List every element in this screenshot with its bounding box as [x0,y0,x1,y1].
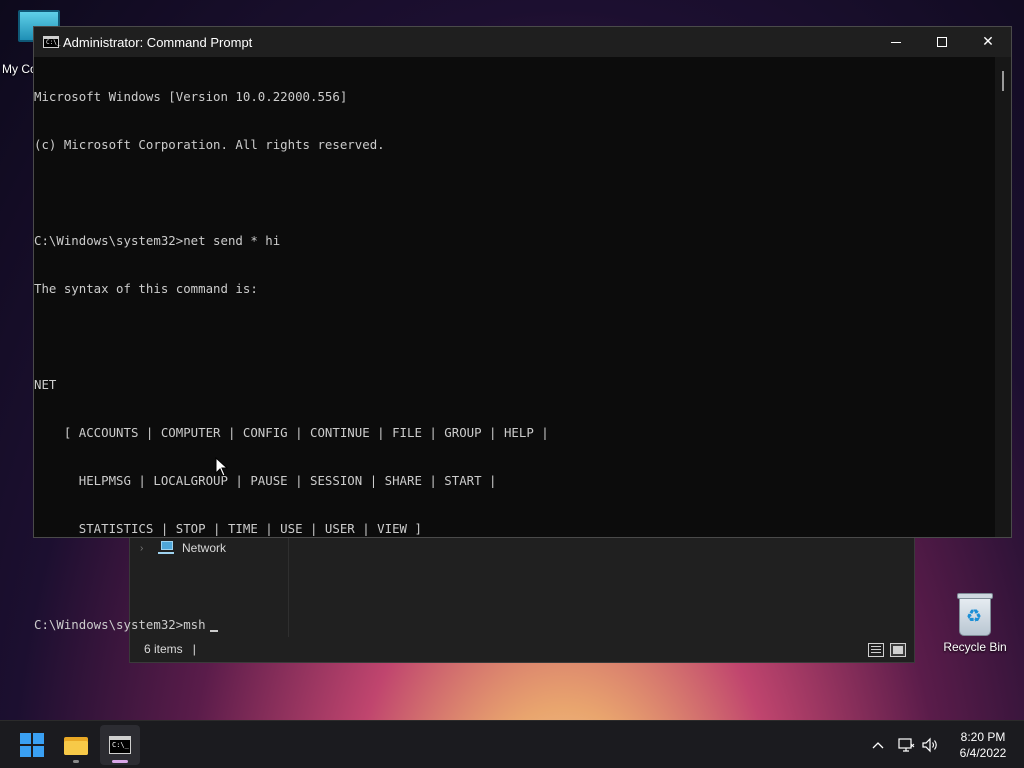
title-bar[interactable]: C:\_ Administrator: Command Prompt ✕ [34,27,1011,57]
taskbar-clock[interactable]: 8:20 PM 6/4/2022 [954,729,1012,761]
console-line: NET [34,377,57,392]
text-cursor [209,630,218,632]
windows-logo-icon [20,733,44,757]
start-button[interactable] [12,725,52,765]
network-status-icon[interactable] [894,733,918,757]
minimize-icon [891,41,901,43]
console-line: (c) Microsoft Corporation. All rights re… [34,137,385,152]
vertical-scrollbar[interactable] [995,57,1011,537]
window-title: Administrator: Command Prompt [63,34,253,50]
window-controls: ✕ [873,27,1011,57]
maximize-button[interactable] [919,27,965,57]
close-button[interactable]: ✕ [965,27,1011,57]
command-prompt-window: C:\_ Administrator: Command Prompt ✕ Mic… [33,26,1012,632]
minimize-button[interactable] [873,27,919,57]
console-line: The syntax of this command is: [34,281,258,296]
mouse-pointer-icon [215,457,229,477]
scrollbar-thumb[interactable] [1002,71,1004,91]
cmd-icon: C:\_ [43,36,60,48]
taskbar-command-prompt[interactable]: C:\_ [100,725,140,765]
running-indicator [73,760,79,763]
prompt-text: C:\Windows\system32>msh [34,617,206,632]
console-line: Microsoft Windows [Version 10.0.22000.55… [34,89,348,104]
taskbar-file-explorer[interactable] [56,725,96,765]
maximize-icon [937,37,947,47]
console-input-line[interactable]: C:\Windows\system32>msh [34,617,995,633]
console-line: [ ACCOUNTS | COMPUTER | CONFIG | CONTINU… [34,425,549,440]
console-output[interactable]: Microsoft Windows [Version 10.0.22000.55… [34,57,995,632]
volume-icon[interactable] [918,733,942,757]
system-tray: 8:20 PM 6/4/2022 [866,721,1024,768]
console-line: C:\Windows\system32>net send * hi [34,233,281,248]
close-icon: ✕ [982,34,994,50]
active-indicator [112,760,128,763]
folder-icon [64,735,88,755]
console-line: STATISTICS | STOP | TIME | USE | USER | … [34,521,422,536]
chevron-up-icon[interactable] [866,733,890,757]
clock-date: 6/4/2022 [959,746,1007,760]
cmd-icon: C:\_ [109,736,131,754]
console-line: HELPMSG | LOCALGROUP | PAUSE | SESSION |… [34,473,497,488]
taskbar: C:\_ 8:20 PM 6/4/2022 [0,720,1024,768]
clock-time: 8:20 PM [960,730,1006,744]
